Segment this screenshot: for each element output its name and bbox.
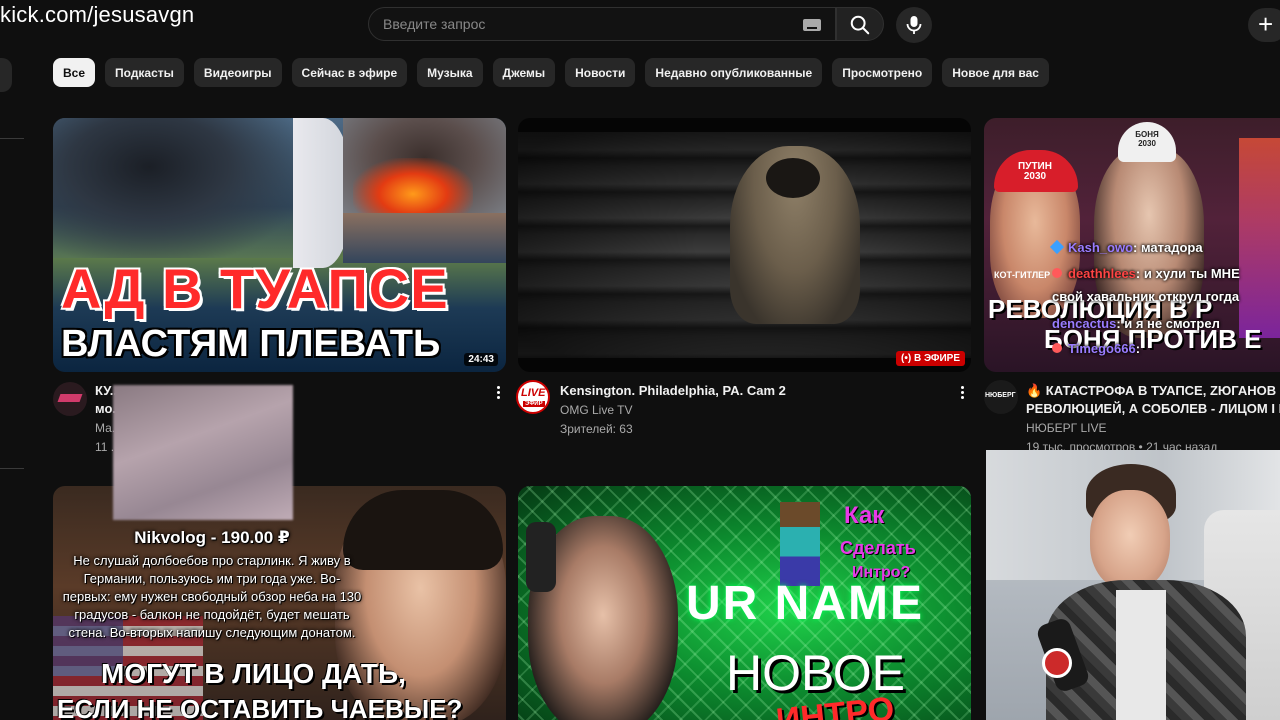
channel-avatar[interactable]: LIVE ЭФИР <box>516 380 550 414</box>
webcam-image <box>1042 648 1072 678</box>
cap-text: Как <box>844 502 885 529</box>
plus-icon: + <box>1258 9 1274 39</box>
avatar-text: НЮБЕРГ <box>985 392 1016 399</box>
thumbnail-subheadline: ВЛАСТЯМ ПЛЕВАТЬ <box>61 323 441 365</box>
chat-message: dencactus: и я не смотрел <box>1052 316 1220 331</box>
thumbnail-headline: UR NAME <box>686 577 924 630</box>
video-title[interactable]: 🔥 КАТАСТРОФА В ТУАПСЕ, ZЮГАНОВ П <box>1026 382 1280 400</box>
blurred-overlay <box>113 385 293 520</box>
chat-badge-icon <box>1052 268 1062 278</box>
microphone-icon <box>906 16 922 34</box>
video-thumbnail[interactable]: UR NAME НОВОЕ ИНТРО Как Сделать Интро? <box>518 486 971 720</box>
chat-message: deathhlees: и хули ты МНЕ <box>1052 266 1240 281</box>
chat-text: : и я не смотрел <box>1116 316 1220 331</box>
chip-news[interactable]: Новости <box>565 58 636 87</box>
chip-live[interactable]: Сейчас в эфире <box>291 58 408 87</box>
search-icon <box>850 15 870 35</box>
chat-username: dencactus <box>1052 316 1117 331</box>
streamer-webcam <box>986 450 1280 720</box>
thumbnail-image <box>780 502 820 586</box>
chip-jams[interactable]: Джемы <box>492 58 556 87</box>
create-button[interactable]: + <box>1248 8 1280 42</box>
chip-recent[interactable]: Недавно опубликованные <box>645 58 823 87</box>
channel-name[interactable]: НЮБЕРГ LIVE <box>1026 421 1107 435</box>
chip-new-for-you[interactable]: Новое для вас <box>942 58 1049 87</box>
video-duration: 24:43 <box>464 353 498 366</box>
search-button[interactable] <box>836 7 884 41</box>
channel-name[interactable]: OMG Live TV <box>560 403 632 417</box>
chat-text: : и хули ты МНЕ <box>1135 266 1240 281</box>
chat-badge-icon <box>1049 239 1065 255</box>
chat-badge-icon <box>1052 343 1062 353</box>
chip-podcasts[interactable]: Подкасты <box>105 58 184 87</box>
chat-text: : матадора <box>1133 240 1203 255</box>
donation-alert: Nikvolog - 190.00 ₽ Не слушай долбоебов … <box>62 528 362 642</box>
stream-watermark: kick.com/jesusavgn <box>0 2 195 27</box>
chat-message: Kash_owo: матадора <box>1049 239 1203 255</box>
chat-message: свой хавальник открул гогда <box>1052 289 1240 304</box>
avatar-live-sub: ЭФИР <box>523 401 545 407</box>
chip-games[interactable]: Видеоигры <box>193 58 282 87</box>
thumbnail-subheadline: ЕСЛИ НЕ ОСТАВИТЬ ЧАЕВЫЕ? <box>57 694 463 720</box>
search-input[interactable] <box>383 8 783 40</box>
video-title-line2[interactable]: РЕВОЛЮЦИЕЙ, А СОБОЛЕВ - ЛИЦОМ I M <box>1026 400 1280 418</box>
channel-avatar[interactable]: НЮБЕРГ <box>984 380 1018 414</box>
cap-text: ПУТИН 2030 <box>1018 161 1052 182</box>
thumbnail-image <box>1239 138 1280 338</box>
thumbnail-image <box>343 490 503 570</box>
thumbnail-image <box>353 158 473 218</box>
chat-username: Timego666 <box>1068 341 1136 356</box>
avatar-live-text: LIVE <box>521 387 546 399</box>
video-thumbnail[interactable]: АД В ТУАПСЕ ВЛАСТЯМ ПЛЕВАТЬ 24:43 <box>53 118 506 372</box>
live-badge: (•) В ЭФИРЕ <box>896 351 965 366</box>
video-stats: Зрителей: 63 <box>560 422 633 436</box>
donation-message: Не слушай долбоебов про старлинк. Я живу… <box>62 553 362 640</box>
channel-avatar[interactable] <box>53 382 87 416</box>
chat-username: Kash_owo <box>1068 240 1134 255</box>
webcam-image <box>1090 490 1170 590</box>
chip-music[interactable]: Музыка <box>417 58 483 87</box>
thumbnail-image <box>53 118 293 258</box>
avatar-image <box>57 394 83 402</box>
donation-header: Nikvolog - 190.00 ₽ <box>134 528 290 547</box>
sidebar-divider <box>0 138 24 139</box>
search-box <box>368 7 836 41</box>
keyboard-icon[interactable] <box>803 19 821 31</box>
chat-username: deathhlees <box>1068 266 1136 281</box>
video-thumbnail[interactable]: (•) В ЭФИРЕ <box>518 118 971 372</box>
sidebar-edge[interactable] <box>0 58 12 92</box>
chip-watched[interactable]: Просмотрено <box>832 58 933 87</box>
sidebar-divider <box>0 468 24 469</box>
cap-text: Сделать <box>840 538 916 558</box>
live-label: В ЭФИРЕ <box>913 353 960 364</box>
thumbnail-image <box>526 522 556 592</box>
thumbnail-headline: МОГУТ В ЛИЦО ДАТЬ, <box>101 658 406 689</box>
cap-label: КОТ-ГИТЛЕР <box>994 270 1051 280</box>
cap-text: Интро? <box>852 564 911 581</box>
cap-text: БОНЯ 2030 <box>1135 130 1159 148</box>
chat-message: Timego666: <box>1052 341 1140 356</box>
chip-all[interactable]: Все <box>53 58 96 87</box>
voice-search-button[interactable] <box>896 7 932 43</box>
thumbnail-image <box>766 158 820 198</box>
chat-text: : <box>1135 341 1141 356</box>
video-title[interactable]: Kensington. Philadelphia, PA. Cam 2 <box>560 382 940 400</box>
thumbnail-headline: АД В ТУАПСЕ <box>61 257 449 320</box>
more-actions-icon[interactable] <box>961 386 965 400</box>
webcam-image <box>1116 590 1166 720</box>
filter-chips: Все Подкасты Видеоигры Сейчас в эфире Му… <box>53 58 1049 87</box>
more-actions-icon[interactable] <box>497 386 501 400</box>
